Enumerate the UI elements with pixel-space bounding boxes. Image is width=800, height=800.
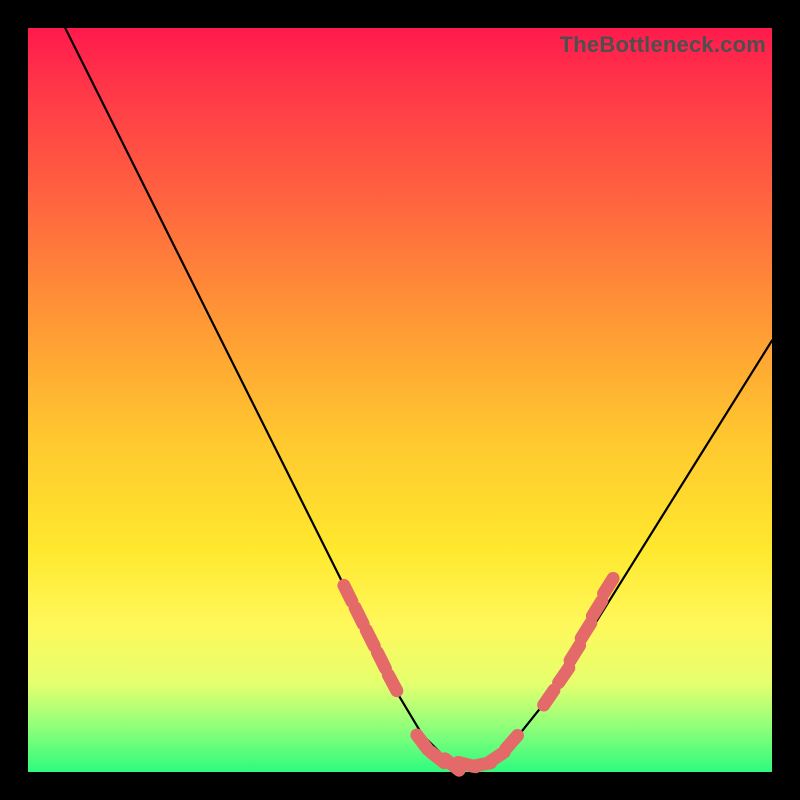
plot-area: TheBottleneck.com xyxy=(28,28,772,772)
marker-capsule xyxy=(366,630,374,646)
marker-capsule xyxy=(506,736,518,750)
marker-capsule xyxy=(388,675,397,691)
marker-group xyxy=(344,578,613,770)
marker-capsule xyxy=(570,645,580,660)
marker-capsule xyxy=(344,585,352,601)
chart-svg xyxy=(28,28,772,772)
marker-capsule xyxy=(377,652,385,668)
marker-capsule xyxy=(355,608,363,624)
marker-capsule xyxy=(592,601,602,616)
marker-capsule xyxy=(559,668,569,683)
marker-capsule xyxy=(581,623,591,638)
marker-capsule xyxy=(544,690,554,705)
marker-capsule xyxy=(604,578,614,593)
chart-frame: TheBottleneck.com xyxy=(0,0,800,800)
bottleneck-curve xyxy=(65,28,772,765)
